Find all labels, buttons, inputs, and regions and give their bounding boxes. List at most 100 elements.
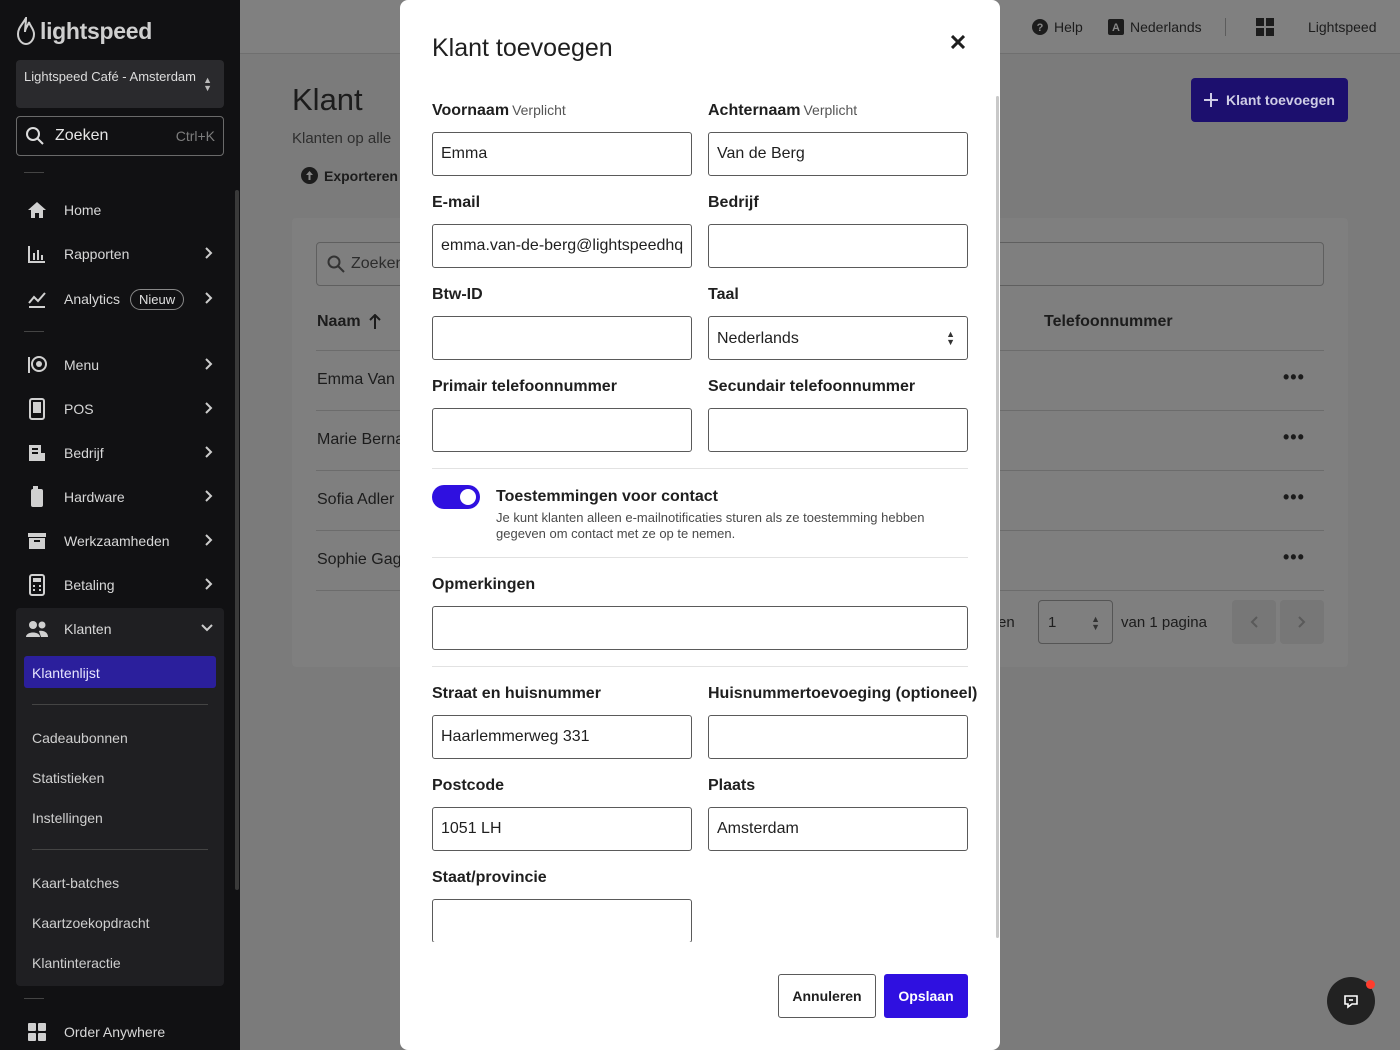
pager-prefix: en (998, 614, 1015, 631)
search-icon (26, 127, 44, 145)
sub-statistieken[interactable]: Statistieken (32, 770, 104, 786)
divider (24, 998, 44, 999)
nav-order-anywhere[interactable]: Order Anywhere (16, 1012, 224, 1050)
modal-scrollbar[interactable] (996, 96, 999, 938)
save-button[interactable]: Opslaan (884, 974, 968, 1018)
consent-description: Je kunt klanten alleen e-mailnotificatie… (496, 510, 925, 541)
cancel-button[interactable]: Annuleren (778, 974, 876, 1018)
divider (32, 704, 208, 705)
column-header-phone[interactable]: Telefoonnummer (1044, 313, 1173, 331)
opmerkingen-input[interactable] (432, 606, 968, 650)
help-link[interactable]: ? Help (1032, 19, 1083, 35)
search-shortcut: Ctrl+K (175, 128, 215, 144)
sidebar-scrollbar[interactable] (235, 190, 239, 890)
modal-title: Klant toevoegen (432, 34, 613, 62)
sidebar: lightspeed Lightspeed Café - Amsterdam ▲… (0, 0, 240, 1050)
btw-input[interactable] (432, 316, 692, 360)
email-input[interactable] (432, 224, 692, 268)
taal-label: Taal (708, 286, 739, 303)
nav-menu[interactable]: Menu (16, 345, 224, 385)
flame-logo-icon (16, 17, 36, 45)
nav-pos[interactable]: POS (16, 389, 224, 429)
more-options-icon[interactable]: ••• (1283, 487, 1305, 508)
straat-input[interactable] (432, 715, 692, 759)
nav-label: Rapporten (64, 246, 130, 262)
taal-select[interactable]: Nederlands ▲ ▼ (708, 316, 968, 360)
nav-analytics[interactable]: Analytics Nieuw (16, 279, 224, 319)
pager-total: van 1 pagina (1121, 614, 1207, 631)
nav-rapporten[interactable]: Rapporten (16, 234, 224, 274)
add-customer-button[interactable]: Klant toevoegen (1191, 78, 1348, 122)
bedrijf-input[interactable] (708, 224, 968, 268)
nav-label: Analytics (64, 291, 121, 307)
sub-kaartzoekopdracht[interactable]: Kaartzoekopdracht (32, 915, 150, 931)
account-menu[interactable]: Lightspeed (1308, 19, 1377, 35)
staat-input[interactable] (432, 899, 692, 942)
apps-grid-icon (1256, 18, 1274, 36)
sort-ascending-icon (368, 314, 381, 329)
bar-chart-icon (26, 243, 48, 265)
nav-werkzaamheden[interactable]: Werkzaamheden (16, 521, 224, 561)
achternaam-label: Achternaam Verplicht (708, 102, 857, 120)
customer-name: Emma Van d (317, 371, 409, 388)
postcode-input[interactable] (432, 807, 692, 851)
language-switch[interactable]: A Nederlands (1108, 19, 1202, 35)
achternaam-input[interactable] (708, 132, 968, 176)
nav-label: Home (64, 202, 102, 218)
search-icon (327, 255, 345, 273)
nav-bedrijf[interactable]: Bedrijf (16, 433, 224, 473)
primary-phone-input[interactable] (432, 408, 692, 452)
required-tag: Verplicht (803, 102, 858, 118)
straat-label: Straat en huisnummer (432, 685, 601, 702)
add-customer-label: Klant toevoegen (1226, 92, 1335, 108)
nav-hardware[interactable]: Hardware (16, 477, 224, 517)
next-page-button[interactable] (1280, 600, 1324, 644)
nav-betaling[interactable]: Betaling (16, 565, 224, 605)
secondary-phone-input[interactable] (708, 408, 968, 452)
sub-klantinteractie[interactable]: Klantinteractie (32, 955, 121, 971)
toevoeging-label: Huisnummertoevoeging (optioneel) (708, 685, 978, 702)
plaats-input[interactable] (708, 807, 968, 851)
lightspeed-logo[interactable]: lightspeed (16, 16, 152, 46)
close-button[interactable] (947, 31, 969, 53)
export-button[interactable]: Exporteren (301, 167, 398, 184)
divider (1225, 18, 1226, 36)
divider (432, 666, 968, 667)
sub-klantenlijst[interactable]: Klantenlijst (24, 656, 216, 688)
customer-name: Sofia Adler (317, 491, 395, 508)
primary-phone-label: Primair telefoonnummer (432, 378, 617, 395)
chevron-right-icon (1298, 616, 1306, 628)
page-number-select[interactable]: 1 ▲ ▼ (1038, 600, 1113, 644)
nav-label: Klanten (64, 621, 112, 637)
page-subtitle: Klanten op alle (292, 130, 392, 147)
store-name: Lightspeed Café - Amsterdam (24, 69, 196, 84)
add-customer-modal: Klant toevoegen VoornaamVerplicht Achter… (400, 0, 1000, 1050)
consent-title: Toestemmingen voor contact (496, 488, 718, 505)
more-options-icon[interactable]: ••• (1283, 367, 1305, 388)
apps-grid-button[interactable] (1256, 18, 1274, 36)
toevoeging-input[interactable] (708, 715, 968, 759)
chat-icon (1344, 995, 1358, 1009)
more-options-icon[interactable]: ••• (1283, 547, 1305, 568)
chevron-right-icon (205, 446, 213, 458)
more-options-icon[interactable]: ••• (1283, 427, 1305, 448)
sub-cadeaubonnen[interactable]: Cadeaubonnen (32, 730, 128, 746)
column-header-name[interactable]: Naam (317, 313, 381, 331)
sidebar-search[interactable]: Zoeken Ctrl+K (16, 116, 224, 156)
staat-input-clip (432, 899, 692, 942)
voornaam-input[interactable] (432, 132, 692, 176)
chevron-right-icon (205, 490, 213, 502)
hardware-icon (26, 486, 48, 508)
updown-chevron-icon: ▲ ▼ (1091, 614, 1100, 632)
divider (432, 557, 968, 558)
tablet-icon (26, 398, 48, 420)
nav-home[interactable]: Home (16, 190, 224, 230)
consent-toggle[interactable] (432, 485, 480, 509)
help-label: Help (1054, 19, 1083, 35)
sub-instellingen[interactable]: Instellingen (32, 810, 103, 826)
sub-kaart-batches[interactable]: Kaart-batches (32, 875, 119, 891)
previous-page-button[interactable] (1232, 600, 1276, 644)
store-selector[interactable]: Lightspeed Café - Amsterdam ▲ ▼ (16, 60, 224, 108)
plaats-label: Plaats (708, 777, 756, 794)
nav-klanten[interactable]: Klanten (16, 609, 224, 649)
